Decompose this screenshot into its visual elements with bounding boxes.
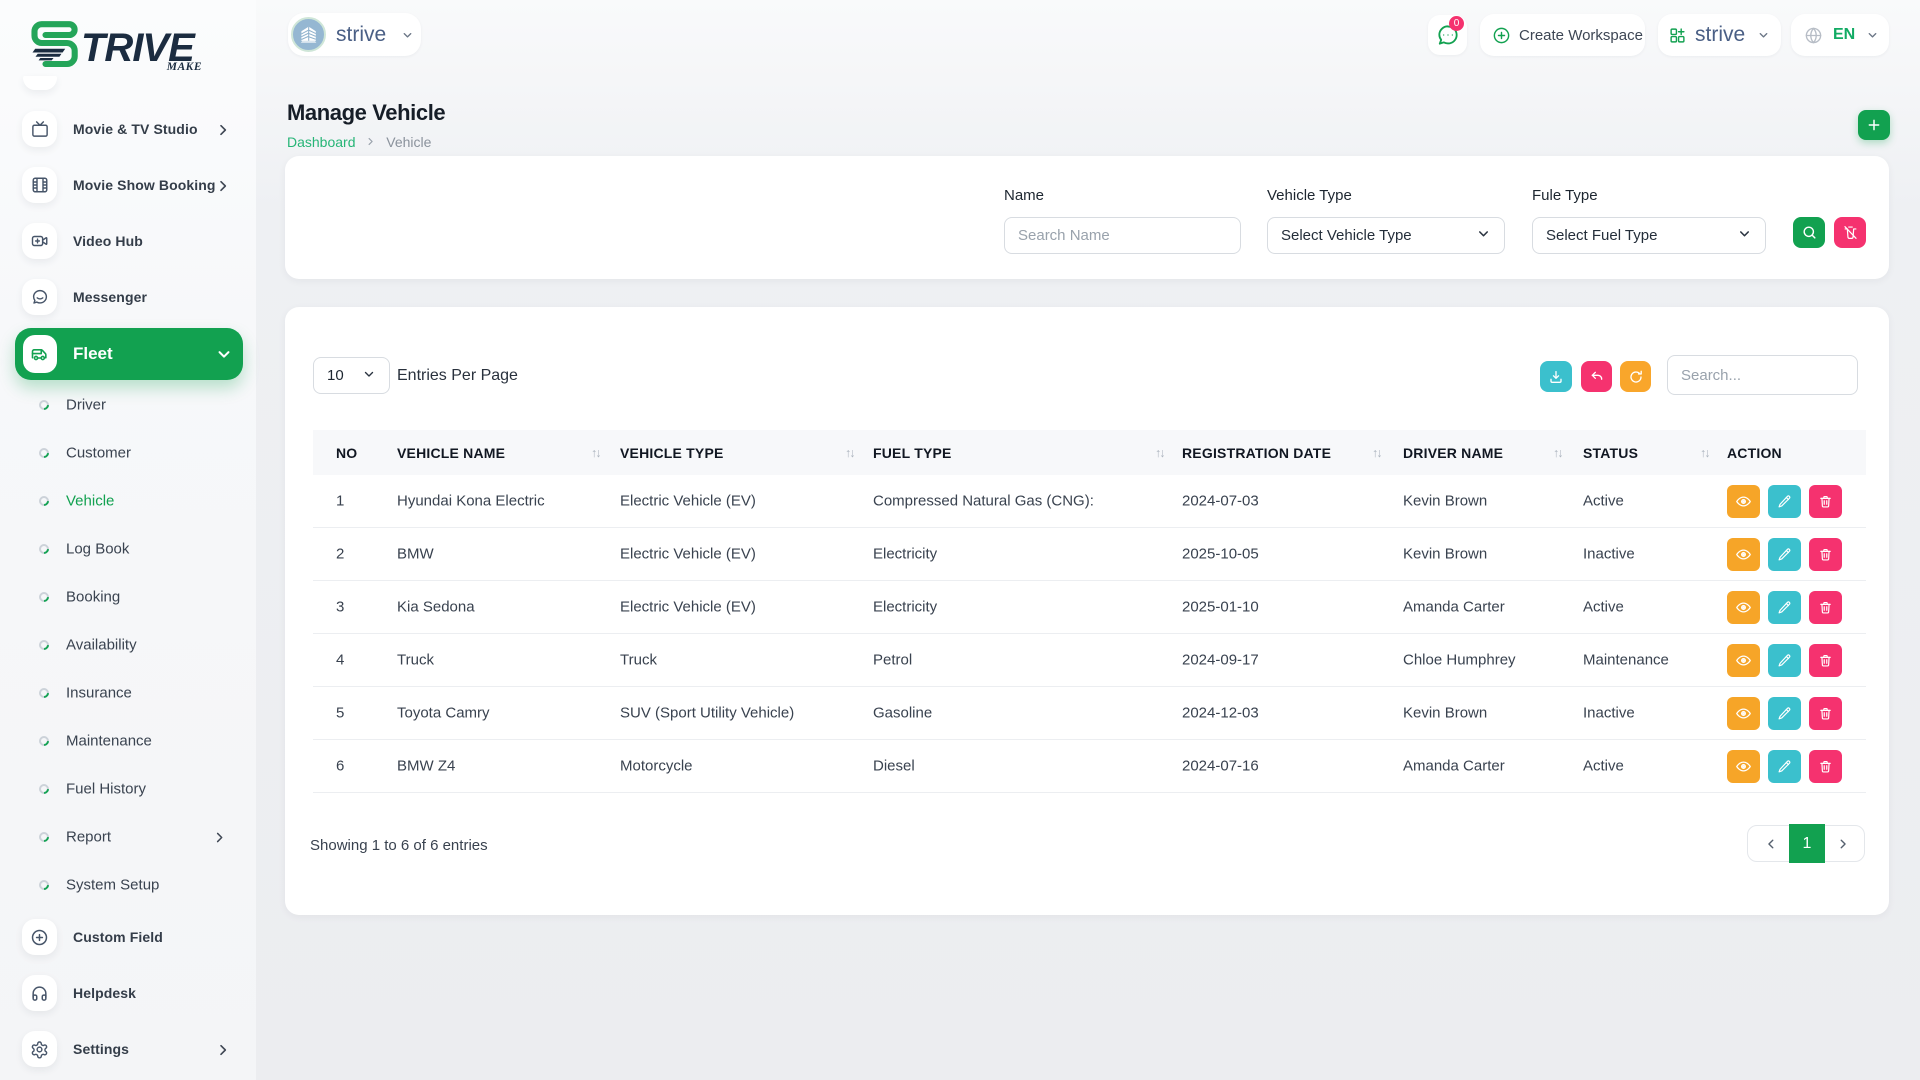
svg-text:MAKE: MAKE xyxy=(166,61,202,73)
